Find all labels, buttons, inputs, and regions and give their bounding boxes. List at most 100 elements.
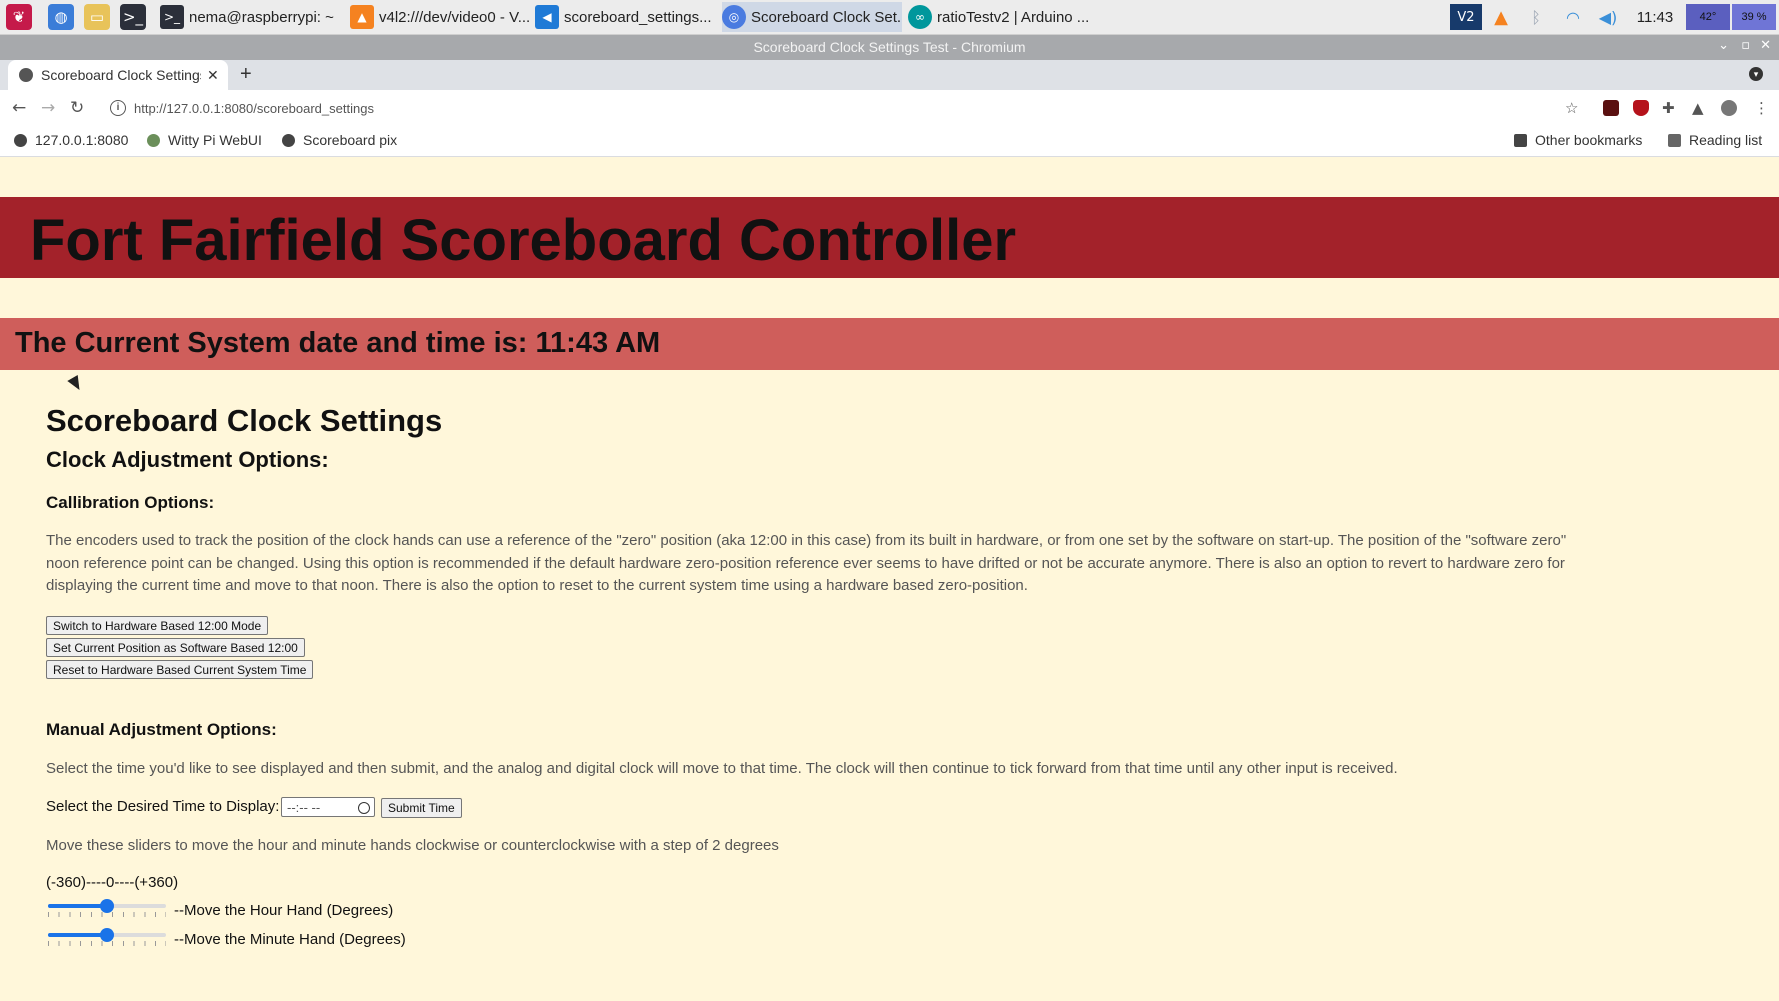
task-label: Scoreboard Clock Set...: [751, 8, 902, 26]
task-vscode[interactable]: ◀ scoreboard_settings...: [535, 2, 715, 32]
reset-system-time-button[interactable]: Reset to Hardware Based Current System T…: [46, 660, 314, 679]
bookmark-label: Scoreboard pix: [303, 132, 398, 148]
taskbar: ❦ ◍ ▭ >_ >_ nema@raspberrypi: ~ ▲ v4l2:/…: [0, 0, 1779, 35]
info-icon[interactable]: i: [110, 100, 126, 116]
time-input[interactable]: --:-- --: [281, 797, 375, 817]
task-label: scoreboard_settings...: [564, 8, 712, 26]
slider-thumb[interactable]: [100, 928, 114, 942]
clock[interactable]: 11:43: [1630, 4, 1680, 30]
slider-fill: [48, 933, 107, 937]
other-bookmarks-label: Other bookmarks: [1535, 132, 1643, 148]
tab-title: Scoreboard Clock Settings: [41, 67, 201, 83]
vlc-tray-icon[interactable]: ▲: [1488, 4, 1514, 30]
time-label: Select the Desired Time to Display:: [46, 798, 280, 815]
bookmark-label: Witty Pi WebUI: [168, 132, 262, 148]
file-manager-icon[interactable]: ▭: [84, 4, 110, 30]
reading-list-icon: [1668, 133, 1681, 147]
slider-thumb[interactable]: [100, 899, 114, 913]
page-content: Fort Fairfield Scoreboard Controller The…: [0, 157, 1779, 1001]
clock-time: 11:43: [1636, 8, 1674, 26]
browser-menu-icon[interactable]: ⋮: [1754, 99, 1769, 117]
task-arduino[interactable]: ∞ ratioTestv2 | Arduino ...: [908, 2, 1088, 32]
task-vlc[interactable]: ▲ v4l2:///dev/video0 - V...: [350, 2, 530, 32]
section-title: Scoreboard Clock Settings: [46, 403, 443, 438]
range-label: (-360)----0----(+360): [46, 874, 179, 891]
hour-hand-slider[interactable]: [48, 899, 166, 917]
vlc-cone-icon: ▲: [350, 5, 374, 29]
forward-icon[interactable]: →: [41, 98, 55, 118]
globe-icon: [19, 68, 33, 82]
hour-slider-label: --Move the Hour Hand (Degrees): [174, 902, 394, 919]
lab-flask-icon[interactable]: ▲: [1692, 99, 1704, 117]
bookmark-label: 127.0.0.1:8080: [35, 132, 129, 148]
terminal-icon: >_: [160, 5, 184, 29]
bookmark-witty-pi[interactable]: Witty Pi WebUI: [147, 132, 262, 148]
volume-icon[interactable]: ◀): [1596, 4, 1620, 30]
bookmark-star-icon[interactable]: ☆: [1565, 99, 1578, 117]
new-tab-icon[interactable]: +: [240, 63, 252, 86]
minute-hand-slider[interactable]: [48, 928, 166, 946]
manual-heading: Manual Adjustment Options:: [46, 720, 277, 739]
tab-search-icon[interactable]: ▾: [1749, 67, 1763, 81]
profile-avatar-icon[interactable]: [1721, 100, 1737, 116]
task-label: v4l2:///dev/video0 - V...: [379, 8, 530, 26]
clock-icon[interactable]: [358, 802, 370, 814]
hardware-noon-button[interactable]: Switch to Hardware Based 12:00 Mode: [46, 616, 269, 635]
task-label: ratioTestv2 | Arduino ...: [937, 8, 1088, 26]
address-bar[interactable]: i http://127.0.0.1:8080/scoreboard_setti…: [100, 94, 1570, 122]
vscode-icon: ◀: [535, 5, 559, 29]
minute-slider-label: --Move the Minute Hand (Degrees): [174, 931, 406, 948]
browser-toolbar: ← → ↻ i http://127.0.0.1:8080/scoreboard…: [0, 90, 1779, 126]
extension-dark-icon[interactable]: [1603, 100, 1619, 116]
globe-icon: [14, 133, 27, 147]
url-text: http://127.0.0.1:8080/scoreboard_setting…: [134, 100, 374, 116]
bookmarks-bar: 127.0.0.1:8080 Witty Pi WebUI Scoreboard…: [0, 126, 1779, 157]
ublock-shield-icon[interactable]: [1633, 100, 1649, 116]
time-placeholder: --:-- --: [287, 799, 321, 815]
bookmark-scoreboard-pix[interactable]: Scoreboard pix: [282, 132, 397, 148]
mouse-cursor-icon: [67, 374, 85, 394]
slider-description: Move these sliders to move the hour and …: [46, 837, 779, 854]
calibration-description: The encoders used to track the position …: [46, 532, 1567, 594]
system-time-text: The Current System date and time is: 11:…: [15, 327, 661, 359]
cpu-usage-value: 39 %: [1741, 11, 1767, 23]
chromium-icon: ◎: [722, 5, 746, 29]
adjust-title: Clock Adjustment Options:: [46, 447, 329, 472]
back-icon[interactable]: ←: [12, 98, 26, 118]
reading-list[interactable]: Reading list: [1668, 132, 1762, 148]
close-tab-icon[interactable]: ✕: [207, 67, 219, 84]
vnc-icon[interactable]: V2: [1450, 4, 1482, 30]
cpu-usage-monitor: 39 %: [1732, 4, 1776, 30]
window-title: Scoreboard Clock Settings Test - Chromiu…: [753, 39, 1026, 55]
task-label: nema@raspberrypi: ~: [189, 8, 334, 26]
submit-time-button[interactable]: Submit Time: [381, 798, 462, 818]
slider-fill: [48, 904, 107, 908]
cpu-temp-monitor: 42°: [1686, 4, 1730, 30]
other-bookmarks[interactable]: Other bookmarks: [1514, 132, 1642, 148]
window-titlebar: Scoreboard Clock Settings Test - Chromiu…: [0, 35, 1779, 60]
globe-icon: [282, 133, 295, 147]
task-chromium[interactable]: ◎ Scoreboard Clock Set...: [722, 2, 902, 32]
bookmark-localhost[interactable]: 127.0.0.1:8080: [14, 132, 128, 148]
reload-icon[interactable]: ↻: [70, 98, 84, 118]
web-browser-icon[interactable]: ◍: [48, 4, 74, 30]
tab-strip: Scoreboard Clock Settings ✕ + ▾: [0, 60, 1779, 90]
maximize-icon[interactable]: ▫: [1741, 38, 1750, 53]
extensions-puzzle-icon[interactable]: ✚: [1662, 99, 1675, 117]
browser-tab[interactable]: Scoreboard Clock Settings ✕: [8, 60, 228, 90]
system-time-banner: The Current System date and time is: 11:…: [0, 318, 1779, 370]
reading-list-label: Reading list: [1689, 132, 1763, 148]
gear-icon: [147, 133, 160, 147]
folder-icon: [1514, 133, 1527, 147]
software-noon-button[interactable]: Set Current Position as Software Based 1…: [46, 638, 305, 657]
wifi-icon[interactable]: ◠: [1560, 4, 1586, 30]
page-title: Fort Fairfield Scoreboard Controller: [30, 208, 1017, 273]
cpu-temp-value: 42°: [1699, 11, 1717, 23]
terminal-icon[interactable]: >_: [120, 4, 146, 30]
bluetooth-icon[interactable]: ᛒ: [1526, 4, 1546, 30]
raspberry-menu-icon[interactable]: ❦: [6, 4, 32, 30]
task-terminal[interactable]: >_ nema@raspberrypi: ~: [160, 2, 340, 32]
close-window-icon[interactable]: ✕: [1760, 38, 1771, 53]
minimize-icon[interactable]: ⌄: [1718, 38, 1729, 53]
header-banner: Fort Fairfield Scoreboard Controller: [0, 197, 1779, 278]
